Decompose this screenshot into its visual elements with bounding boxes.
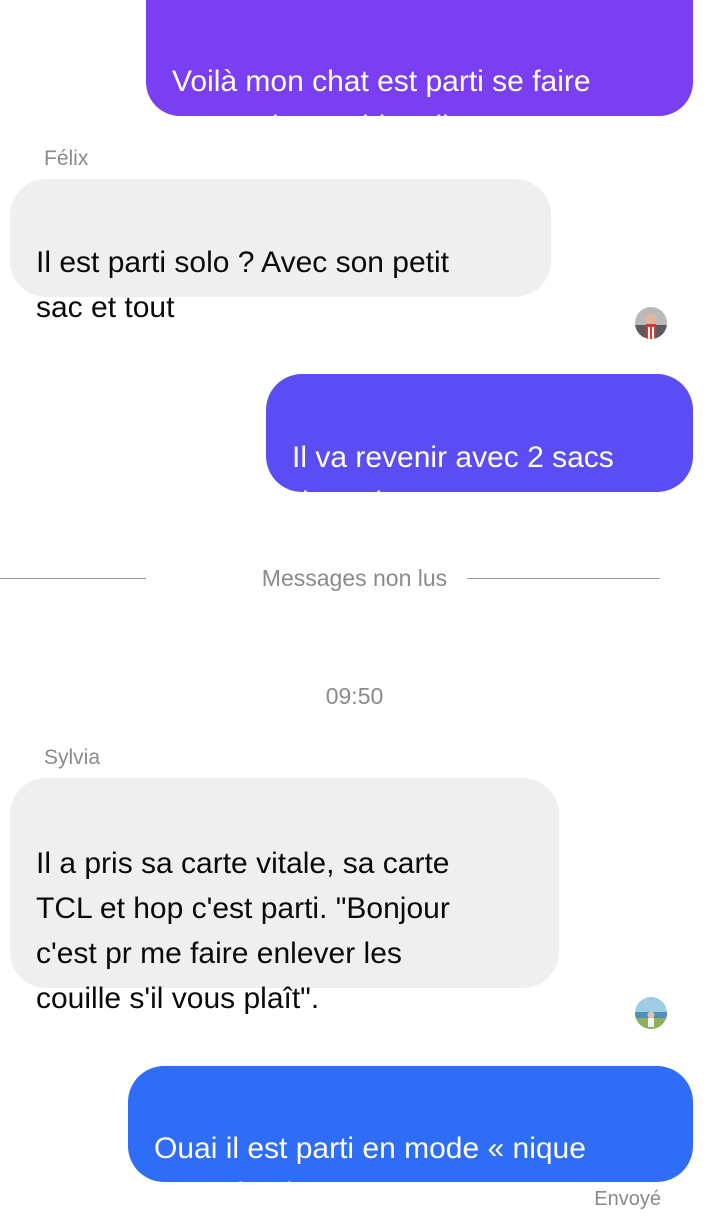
message-text: Il a pris sa carte vitale, sa carte TCL … [36,847,450,1015]
message-bubble-outgoing[interactable]: Voilà mon chat est parti se faire couper… [146,0,693,143]
message-text: Il est parti solo ? Avec son petit sac e… [36,246,450,324]
sender-name: Sylvia [44,746,101,769]
read-receipt-avatar-icon [635,997,667,1029]
message-bubble-incoming[interactable]: Il a pris sa carte vitale, sa carte TCL … [10,778,559,1015]
message-text: Il va revenir avec 2 sacs de moins [292,441,614,519]
message-timestamp: 09:50 [325,683,384,709]
divider-line-right [467,578,660,579]
read-receipt-avatar-icon [635,307,667,339]
message-text: Ouai il est parti en mode « nique le pat… [154,1132,586,1210]
sender-name: Félix [44,147,89,170]
message-bubble-outgoing[interactable]: Ouai il est parti en mode « nique le pat… [128,1066,693,1210]
message-text: Voilà mon chat est parti se faire couper… [172,65,591,143]
message-bubble-outgoing[interactable]: Il va revenir avec 2 sacs de moins [266,374,693,519]
message-bubble-incoming[interactable]: Il est parti solo ? Avec son petit sac e… [10,179,551,324]
